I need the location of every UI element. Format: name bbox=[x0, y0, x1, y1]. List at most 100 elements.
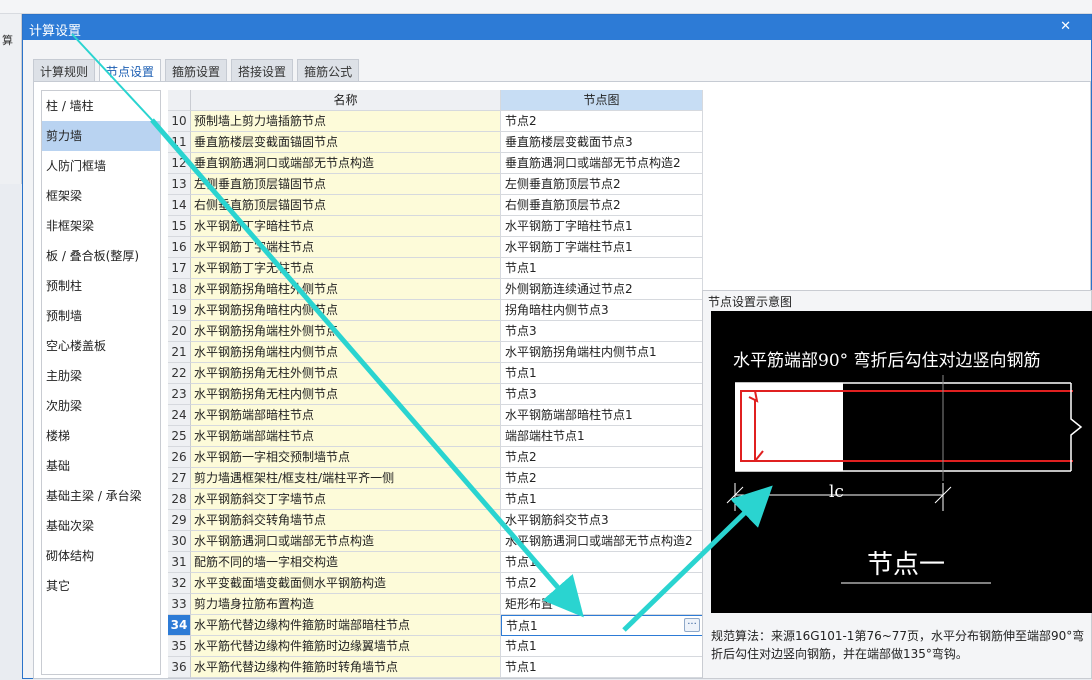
node-value-cell[interactable]: 端部端柱节点1 bbox=[501, 426, 703, 447]
table-row[interactable]: 33 剪力墙身拉筋布置构造 矩形布置 bbox=[168, 594, 704, 615]
table-row[interactable]: 16 水平钢筋丁字端柱节点 水平钢筋丁字端柱节点1 bbox=[168, 237, 704, 258]
column-header-node[interactable]: 节点图 bbox=[501, 90, 703, 111]
node-value-cell[interactable]: 节点2 bbox=[501, 447, 703, 468]
node-name-cell[interactable]: 水平筋代替边缘构件箍筋时端部暗柱节点 bbox=[191, 615, 501, 636]
category-item[interactable]: 其它 bbox=[42, 571, 160, 601]
table-row[interactable]: 35 水平筋代替边缘构件箍筋时边缘翼墙节点 节点1 bbox=[168, 636, 704, 657]
node-value-cell[interactable]: 矩形布置 bbox=[501, 594, 703, 615]
row-number[interactable]: 13 bbox=[168, 174, 191, 195]
row-number[interactable]: 31 bbox=[168, 552, 191, 573]
column-header-name[interactable]: 名称 bbox=[191, 90, 501, 111]
row-number[interactable]: 32 bbox=[168, 573, 191, 594]
node-name-cell[interactable]: 水平钢筋拐角端柱内侧节点 bbox=[191, 342, 501, 363]
table-row[interactable]: 27 剪力墙遇框架柱/框支柱/端柱平齐一侧 节点2 bbox=[168, 468, 704, 489]
node-value-cell[interactable]: 节点1 bbox=[501, 636, 703, 657]
row-number[interactable]: 14 bbox=[168, 195, 191, 216]
node-name-cell[interactable]: 水平钢筋丁字暗柱节点 bbox=[191, 216, 501, 237]
node-name-cell[interactable]: 水平筋代替边缘构件箍筋时转角墙节点 bbox=[191, 657, 501, 678]
node-name-cell[interactable]: 左侧垂直筋顶层锚固节点 bbox=[191, 174, 501, 195]
row-number[interactable]: 30 bbox=[168, 531, 191, 552]
row-number[interactable]: 25 bbox=[168, 426, 191, 447]
node-name-cell[interactable]: 水平钢筋拐角无柱外侧节点 bbox=[191, 363, 501, 384]
row-number[interactable]: 29 bbox=[168, 510, 191, 531]
table-row[interactable]: 34 水平筋代替边缘构件箍筋时端部暗柱节点 节点1 ··· bbox=[168, 615, 704, 636]
node-value-cell[interactable]: 节点1 bbox=[501, 657, 703, 678]
node-value-cell[interactable]: 垂直筋楼层变截面节点3 bbox=[501, 132, 703, 153]
row-number[interactable]: 22 bbox=[168, 363, 191, 384]
node-name-cell[interactable]: 垂直筋楼层变截面锚固节点 bbox=[191, 132, 501, 153]
row-number[interactable]: 35 bbox=[168, 636, 191, 657]
node-value-cell[interactable]: 节点2 bbox=[501, 468, 703, 489]
node-name-cell[interactable]: 水平钢筋丁字端柱节点 bbox=[191, 237, 501, 258]
node-name-cell[interactable]: 预制墙上剪力墙插筋节点 bbox=[191, 111, 501, 132]
node-name-cell[interactable]: 配筋不同的墙一字相交构造 bbox=[191, 552, 501, 573]
row-number[interactable]: 36 bbox=[168, 657, 191, 678]
node-name-cell[interactable]: 水平钢筋斜交转角墙节点 bbox=[191, 510, 501, 531]
row-number[interactable]: 12 bbox=[168, 153, 191, 174]
table-row[interactable]: 11 垂直筋楼层变截面锚固节点 垂直筋楼层变截面节点3 bbox=[168, 132, 704, 153]
row-number[interactable]: 19 bbox=[168, 300, 191, 321]
node-name-cell[interactable]: 剪力墙身拉筋布置构造 bbox=[191, 594, 501, 615]
category-item[interactable]: 基础 bbox=[42, 451, 160, 481]
table-row[interactable]: 25 水平钢筋端部端柱节点 端部端柱节点1 bbox=[168, 426, 704, 447]
node-value-cell[interactable]: 节点1 bbox=[501, 489, 703, 510]
row-number[interactable]: 28 bbox=[168, 489, 191, 510]
category-item[interactable]: 主肋梁 bbox=[42, 361, 160, 391]
table-row[interactable]: 13 左侧垂直筋顶层锚固节点 左侧垂直筋顶层节点2 bbox=[168, 174, 704, 195]
table-row[interactable]: 23 水平钢筋拐角无柱内侧节点 节点3 bbox=[168, 384, 704, 405]
node-name-cell[interactable]: 剪力墙遇框架柱/框支柱/端柱平齐一侧 bbox=[191, 468, 501, 489]
row-number[interactable]: 20 bbox=[168, 321, 191, 342]
node-value-cell[interactable]: 外侧钢筋连续通过节点2 bbox=[501, 279, 703, 300]
tab-node-settings[interactable]: 节点设置 bbox=[99, 59, 162, 82]
node-name-cell[interactable]: 垂直钢筋遇洞口或端部无节点构造 bbox=[191, 153, 501, 174]
node-value-cell[interactable]: 节点1 bbox=[501, 552, 703, 573]
category-item[interactable]: 空心楼盖板 bbox=[42, 331, 160, 361]
category-item[interactable]: 人防门框墙 bbox=[42, 151, 160, 181]
node-name-cell[interactable]: 水平钢筋一字相交预制墙节点 bbox=[191, 447, 501, 468]
row-number[interactable]: 27 bbox=[168, 468, 191, 489]
table-row[interactable]: 14 右侧垂直筋顶层锚固节点 右侧垂直筋顶层节点2 bbox=[168, 195, 704, 216]
node-name-cell[interactable]: 水平钢筋拐角端柱外侧节点 bbox=[191, 321, 501, 342]
node-name-cell[interactable]: 水平钢筋端部端柱节点 bbox=[191, 426, 501, 447]
tab-lap-settings[interactable]: 搭接设置 bbox=[231, 59, 294, 81]
table-row[interactable]: 18 水平钢筋拐角暗柱外侧节点 外侧钢筋连续通过节点2 bbox=[168, 279, 704, 300]
node-value-cell[interactable]: 节点1 bbox=[501, 258, 703, 279]
row-number[interactable]: 11 bbox=[168, 132, 191, 153]
row-number[interactable]: 26 bbox=[168, 447, 191, 468]
node-value-cell[interactable]: 节点3 bbox=[501, 321, 703, 342]
table-row[interactable]: 12 垂直钢筋遇洞口或端部无节点构造 垂直筋遇洞口或端部无节点构造2 bbox=[168, 153, 704, 174]
node-value-cell[interactable]: 水平钢筋丁字暗柱节点1 bbox=[501, 216, 703, 237]
category-item[interactable]: 基础主梁 / 承台梁 bbox=[42, 481, 160, 511]
node-name-cell[interactable]: 水平钢筋拐角无柱内侧节点 bbox=[191, 384, 501, 405]
category-item[interactable]: 非框架梁 bbox=[42, 211, 160, 241]
more-options-button[interactable]: ··· bbox=[684, 618, 700, 632]
row-number[interactable]: 34 bbox=[168, 615, 191, 636]
table-row[interactable]: 22 水平钢筋拐角无柱外侧节点 节点1 bbox=[168, 363, 704, 384]
category-item[interactable]: 砌体结构 bbox=[42, 541, 160, 571]
category-item[interactable]: 基础次梁 bbox=[42, 511, 160, 541]
node-name-cell[interactable]: 水平钢筋端部暗柱节点 bbox=[191, 405, 501, 426]
node-name-cell[interactable]: 右侧垂直筋顶层锚固节点 bbox=[191, 195, 501, 216]
node-name-cell[interactable]: 水平钢筋斜交丁字墙节点 bbox=[191, 489, 501, 510]
node-value-cell[interactable]: 水平钢筋端部暗柱节点1 bbox=[501, 405, 703, 426]
row-number[interactable]: 16 bbox=[168, 237, 191, 258]
category-item[interactable]: 预制柱 bbox=[42, 271, 160, 301]
table-row[interactable]: 15 水平钢筋丁字暗柱节点 水平钢筋丁字暗柱节点1 bbox=[168, 216, 704, 237]
table-row[interactable]: 24 水平钢筋端部暗柱节点 水平钢筋端部暗柱节点1 bbox=[168, 405, 704, 426]
node-value-cell[interactable]: 节点2 bbox=[501, 111, 703, 132]
category-item[interactable]: 次肋梁 bbox=[42, 391, 160, 421]
row-number[interactable]: 33 bbox=[168, 594, 191, 615]
node-value-cell[interactable]: 右侧垂直筋顶层节点2 bbox=[501, 195, 703, 216]
row-number[interactable]: 23 bbox=[168, 384, 191, 405]
category-item[interactable]: 预制墙 bbox=[42, 301, 160, 331]
row-number[interactable]: 24 bbox=[168, 405, 191, 426]
table-row[interactable]: 31 配筋不同的墙一字相交构造 节点1 bbox=[168, 552, 704, 573]
category-item[interactable]: 柱 / 墙柱 bbox=[42, 91, 160, 121]
row-number[interactable]: 17 bbox=[168, 258, 191, 279]
table-row[interactable]: 32 水平变截面墙变截面侧水平钢筋构造 节点2 bbox=[168, 573, 704, 594]
node-name-cell[interactable]: 水平钢筋丁字无柱节点 bbox=[191, 258, 501, 279]
node-value-cell[interactable]: 水平钢筋丁字端柱节点1 bbox=[501, 237, 703, 258]
table-row[interactable]: 21 水平钢筋拐角端柱内侧节点 水平钢筋拐角端柱内侧节点1 bbox=[168, 342, 704, 363]
row-number[interactable]: 18 bbox=[168, 279, 191, 300]
tab-stirrup-settings[interactable]: 箍筋设置 bbox=[165, 59, 228, 81]
